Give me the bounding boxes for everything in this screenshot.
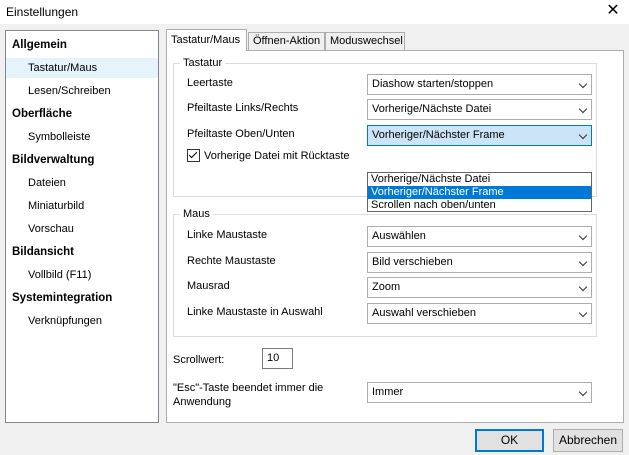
cancel-button[interactable]: Abbrechen — [553, 429, 623, 452]
chevron-down-icon — [578, 308, 588, 318]
tree-category-systemintegration[interactable]: Systemintegration — [6, 288, 158, 308]
space-action-select[interactable]: Diashow starten/stoppen — [367, 74, 592, 95]
mouse-group-title: Maus — [180, 207, 213, 221]
tree-item-miniaturbild[interactable]: Miniaturbild — [6, 196, 158, 216]
scroll-value-label: Scrollwert: — [173, 354, 225, 366]
arrows-ud-action-value: Vorheriger/Nächster Frame — [372, 129, 505, 141]
keyboard-group-title: Tastatur — [180, 56, 226, 70]
tab-tastatur-maus[interactable]: Tastatur/Maus — [166, 29, 247, 51]
arrows-ud-dropdown-list[interactable]: Vorherige/Nächste Datei Vorheriger/Nächs… — [367, 172, 592, 212]
right-button-action-select[interactable]: Bild verschieben — [367, 252, 592, 273]
chevron-down-icon — [578, 257, 588, 267]
left-in-selection-action-select[interactable]: Auswahl verschieben — [367, 303, 592, 324]
right-button-action-value: Bild verschieben — [372, 256, 453, 268]
arrows-ud-label: Pfeiltaste Oben/Unten — [187, 128, 295, 140]
tree-item-lesen-schreiben[interactable]: Lesen/Schreiben — [6, 81, 158, 101]
left-button-label: Linke Maustaste — [187, 229, 268, 241]
scroll-value-input[interactable]: 10 — [262, 348, 293, 369]
chevron-down-icon — [578, 231, 588, 241]
arrows-lr-action-value: Vorherige/Nächste Datei — [372, 103, 492, 115]
left-button-action-select[interactable]: Auswählen — [367, 226, 592, 247]
tree-category-oberflaeche[interactable]: Oberfläche — [6, 104, 158, 124]
close-icon[interactable]: ✕ — [605, 2, 621, 20]
ok-button[interactable]: OK — [475, 429, 544, 452]
space-action-value: Diashow starten/stoppen — [372, 78, 494, 90]
tree-item-tastatur-maus[interactable]: Tastatur/Maus — [6, 58, 158, 78]
esc-behavior-select[interactable]: Immer — [367, 382, 592, 403]
esc-behavior-value: Immer — [372, 386, 404, 398]
left-button-action-value: Auswählen — [372, 230, 426, 242]
chevron-down-icon — [578, 282, 588, 292]
tree-item-dateien[interactable]: Dateien — [6, 173, 158, 193]
tab-moduswechsel[interactable]: Moduswechsel — [325, 32, 405, 50]
chevron-down-icon — [578, 387, 588, 397]
left-in-selection-label: Linke Maustaste in Auswahl — [187, 306, 323, 318]
space-label: Leertaste — [187, 77, 233, 89]
dropdown-option[interactable]: Vorherige/Nächste Datei — [368, 173, 591, 186]
tree-item-symbolleiste[interactable]: Symbolleiste — [6, 127, 158, 147]
dropdown-option-highlighted[interactable]: Vorheriger/Nächster Frame — [368, 186, 591, 199]
window-title: Einstellungen — [6, 5, 79, 19]
checkmark-icon — [188, 149, 198, 159]
tree-category-bildverwaltung[interactable]: Bildverwaltung — [6, 150, 158, 170]
left-in-selection-action-value: Auswahl verschieben — [372, 307, 476, 319]
chevron-down-icon — [578, 104, 588, 114]
chevron-down-icon — [578, 79, 588, 89]
arrows-lr-label: Pfeiltaste Links/Rechts — [187, 102, 299, 114]
tab-oeffnen-aktion[interactable]: Öffnen-Aktion — [248, 32, 325, 50]
wheel-label: Mausrad — [187, 280, 230, 292]
tree-item-vollbild[interactable]: Vollbild (F11) — [6, 265, 158, 285]
tab-panel-tastatur-maus: Tastatur Leertaste Diashow starten/stopp… — [166, 50, 624, 423]
arrows-ud-action-select[interactable]: Vorheriger/Nächster Frame — [367, 125, 592, 146]
settings-tree[interactable]: Allgemein Tastatur/Maus Lesen/Schreiben … — [5, 30, 159, 423]
tree-item-vorschau[interactable]: Vorschau — [6, 219, 158, 239]
backspace-checkbox[interactable] — [187, 149, 200, 162]
tree-item-verknuepfungen[interactable]: Verknüpfungen — [6, 311, 158, 331]
right-button-label: Rechte Maustaste — [187, 255, 276, 267]
esc-label-line2: Anwendung — [173, 396, 232, 408]
esc-label-line1: "Esc"-Taste beendet immer die — [173, 382, 324, 394]
dropdown-option[interactable]: Scrollen nach oben/unten — [368, 199, 591, 212]
title-bar: Einstellungen ✕ — [0, 0, 629, 24]
tree-category-allgemein[interactable]: Allgemein — [6, 35, 158, 55]
chevron-down-icon — [578, 130, 588, 140]
wheel-action-value: Zoom — [372, 281, 401, 293]
wheel-action-select[interactable]: Zoom — [367, 277, 592, 298]
backspace-checkbox-label[interactable]: Vorherige Datei mit Rücktaste — [204, 149, 350, 163]
dialog-client: Allgemein Tastatur/Maus Lesen/Schreiben … — [0, 24, 629, 455]
tree-category-bildansicht[interactable]: Bildansicht — [6, 242, 158, 262]
arrows-lr-action-select[interactable]: Vorherige/Nächste Datei — [367, 99, 592, 120]
